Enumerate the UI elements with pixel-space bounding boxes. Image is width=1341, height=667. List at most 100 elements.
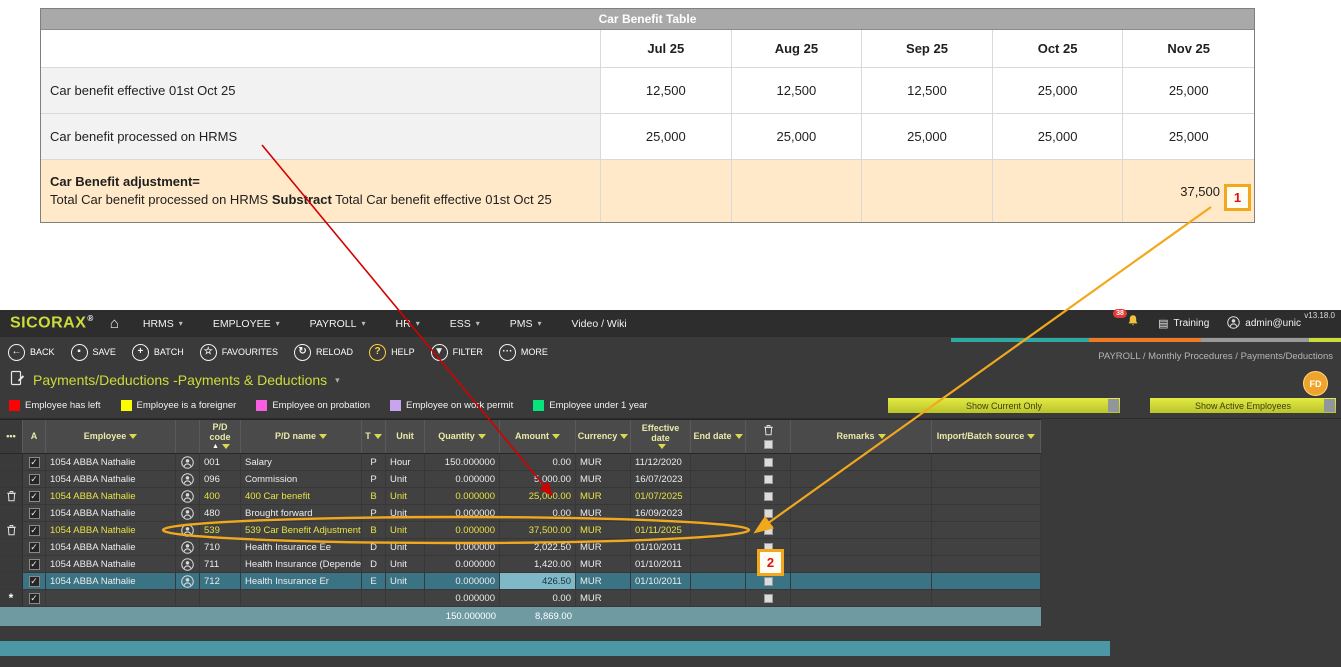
row-trash-icon[interactable] <box>0 522 23 538</box>
unit-cell[interactable]: Unit <box>386 573 425 589</box>
remarks-cell[interactable] <box>791 590 932 606</box>
currency-cell[interactable]: MUR <box>576 573 631 589</box>
unit-cell[interactable]: Unit <box>386 522 425 538</box>
import-source-cell[interactable] <box>932 556 1041 572</box>
toolbar-filter-button[interactable]: ▼FILTER <box>431 344 483 361</box>
remarks-cell[interactable] <box>791 454 932 470</box>
employee-cell[interactable]: 1054 ABBA Nathalie <box>46 471 176 487</box>
toolbar-favourites-button[interactable]: ☆FAVOURITES <box>200 344 278 361</box>
currency-cell[interactable]: MUR <box>576 488 631 504</box>
toolbar-save-button[interactable]: ▪SAVE <box>71 344 116 361</box>
amount-cell[interactable]: 0.00 <box>500 505 576 521</box>
grid-row[interactable]: *✓0.0000000.00MUR <box>0 590 1041 607</box>
pd-code-cell[interactable]: 712 <box>200 573 241 589</box>
unit-cell[interactable]: Unit <box>386 471 425 487</box>
end-date-cell[interactable] <box>691 556 746 572</box>
menu-item-video-wiki[interactable]: Video / Wiki <box>572 318 627 330</box>
amount-cell[interactable]: 0.00 <box>500 454 576 470</box>
header-delete[interactable] <box>746 420 791 453</box>
employee-cell[interactable]: 1054 ABBA Nathalie <box>46 573 176 589</box>
currency-cell[interactable]: MUR <box>576 590 631 606</box>
employee-cell[interactable]: 1054 ABBA Nathalie <box>46 522 176 538</box>
breadcrumb[interactable]: PAYROLL / Monthly Procedures / Payments/… <box>1098 351 1333 362</box>
header-pd-name[interactable]: P/D name <box>241 420 362 453</box>
grid-row[interactable]: ✓1054 ABBA Nathalie710Health Insurance E… <box>0 539 1041 556</box>
remarks-cell[interactable] <box>791 573 932 589</box>
pd-code-cell[interactable]: 480 <box>200 505 241 521</box>
amount-cell[interactable]: 5,000.00 <box>500 471 576 487</box>
type-cell[interactable]: D <box>362 556 386 572</box>
employee-cell[interactable]: 1054 ABBA Nathalie <box>46 539 176 555</box>
pd-code-cell[interactable] <box>200 590 241 606</box>
amount-cell[interactable]: 2,022.50 <box>500 539 576 555</box>
grid-row[interactable]: ✓1054 ABBA Nathalie096CommissionPUnit0.0… <box>0 471 1041 488</box>
currency-cell[interactable]: MUR <box>576 539 631 555</box>
grid-row[interactable]: ✓1054 ABBA Nathalie400400 Car benefitBUn… <box>0 488 1041 505</box>
row-select-checkbox[interactable]: ✓ <box>23 590 46 606</box>
pd-name-cell[interactable]: Commission <box>241 471 362 487</box>
row-delete-checkbox[interactable] <box>746 590 791 606</box>
end-date-cell[interactable] <box>691 522 746 538</box>
type-cell[interactable]: P <box>362 454 386 470</box>
more-options-icon[interactable]: ••• <box>0 420 23 453</box>
header-remarks[interactable]: Remarks <box>791 420 932 453</box>
row-delete-checkbox[interactable] <box>746 505 791 521</box>
row-trash-icon[interactable] <box>0 488 23 504</box>
toolbar-batch-button[interactable]: +BATCH <box>132 344 184 361</box>
filter-icon[interactable] <box>478 434 486 439</box>
quantity-cell[interactable]: 0.000000 <box>425 522 500 538</box>
training-link[interactable]: ▤Training <box>1158 317 1209 330</box>
row-delete-checkbox[interactable] <box>746 488 791 504</box>
quantity-cell[interactable]: 0.000000 <box>425 471 500 487</box>
type-cell[interactable]: P <box>362 471 386 487</box>
pd-code-cell[interactable]: 400 <box>200 488 241 504</box>
unit-cell[interactable] <box>386 590 425 606</box>
pd-name-cell[interactable]: Health Insurance Er <box>241 573 362 589</box>
employee-cell[interactable]: 1054 ABBA Nathalie <box>46 505 176 521</box>
row-delete-checkbox[interactable] <box>746 522 791 538</box>
pd-name-cell[interactable]: Brought forward <box>241 505 362 521</box>
end-date-cell[interactable] <box>691 471 746 487</box>
grid-row[interactable]: ✓1054 ABBA Nathalie711Health Insurance (… <box>0 556 1041 573</box>
import-source-cell[interactable] <box>932 454 1041 470</box>
filter-icon[interactable] <box>129 434 137 439</box>
import-source-cell[interactable] <box>932 522 1041 538</box>
import-source-cell[interactable] <box>932 539 1041 555</box>
toolbar-help-button[interactable]: ?HELP <box>369 344 415 361</box>
row-select-checkbox[interactable]: ✓ <box>23 522 46 538</box>
unit-cell[interactable]: Unit <box>386 505 425 521</box>
pd-code-cell[interactable]: 710 <box>200 539 241 555</box>
row-select-checkbox[interactable]: ✓ <box>23 573 46 589</box>
import-source-cell[interactable] <box>932 471 1041 487</box>
pd-code-cell[interactable]: 096 <box>200 471 241 487</box>
filter-icon[interactable] <box>552 434 560 439</box>
filter-icon[interactable] <box>878 434 886 439</box>
effective-date-cell[interactable]: 16/09/2023 <box>631 505 691 521</box>
filter-icon[interactable] <box>620 434 628 439</box>
header-active[interactable]: A <box>23 420 46 453</box>
toolbar-back-button[interactable]: ←BACK <box>8 344 55 361</box>
remarks-cell[interactable] <box>791 505 932 521</box>
effective-date-cell[interactable]: 16/07/2023 <box>631 471 691 487</box>
menu-item-hrms[interactable]: HRMS▾ <box>143 318 183 330</box>
header-employee[interactable]: Employee <box>46 420 176 453</box>
checkbox-unchecked-icon[interactable] <box>764 440 773 449</box>
currency-cell[interactable]: MUR <box>576 454 631 470</box>
header-amount[interactable]: Amount <box>500 420 576 453</box>
pd-name-cell[interactable]: 539 Car Benefit Adjustment <box>241 522 362 538</box>
currency-cell[interactable]: MUR <box>576 505 631 521</box>
header-end-date[interactable]: End date <box>691 420 746 453</box>
horizontal-scrollbar[interactable] <box>0 641 1110 656</box>
currency-cell[interactable]: MUR <box>576 471 631 487</box>
remarks-cell[interactable] <box>791 556 932 572</box>
header-pd-code[interactable]: P/D code▲ <box>200 420 241 453</box>
filter-icon[interactable] <box>374 434 382 439</box>
type-cell[interactable] <box>362 590 386 606</box>
employee-cell[interactable]: 1054 ABBA Nathalie <box>46 556 176 572</box>
unit-cell[interactable]: Unit <box>386 488 425 504</box>
end-date-cell[interactable] <box>691 590 746 606</box>
effective-date-cell[interactable]: 01/10/2011 <box>631 556 691 572</box>
unit-cell[interactable]: Hour <box>386 454 425 470</box>
import-source-cell[interactable] <box>932 590 1041 606</box>
row-select-checkbox[interactable]: ✓ <box>23 454 46 470</box>
